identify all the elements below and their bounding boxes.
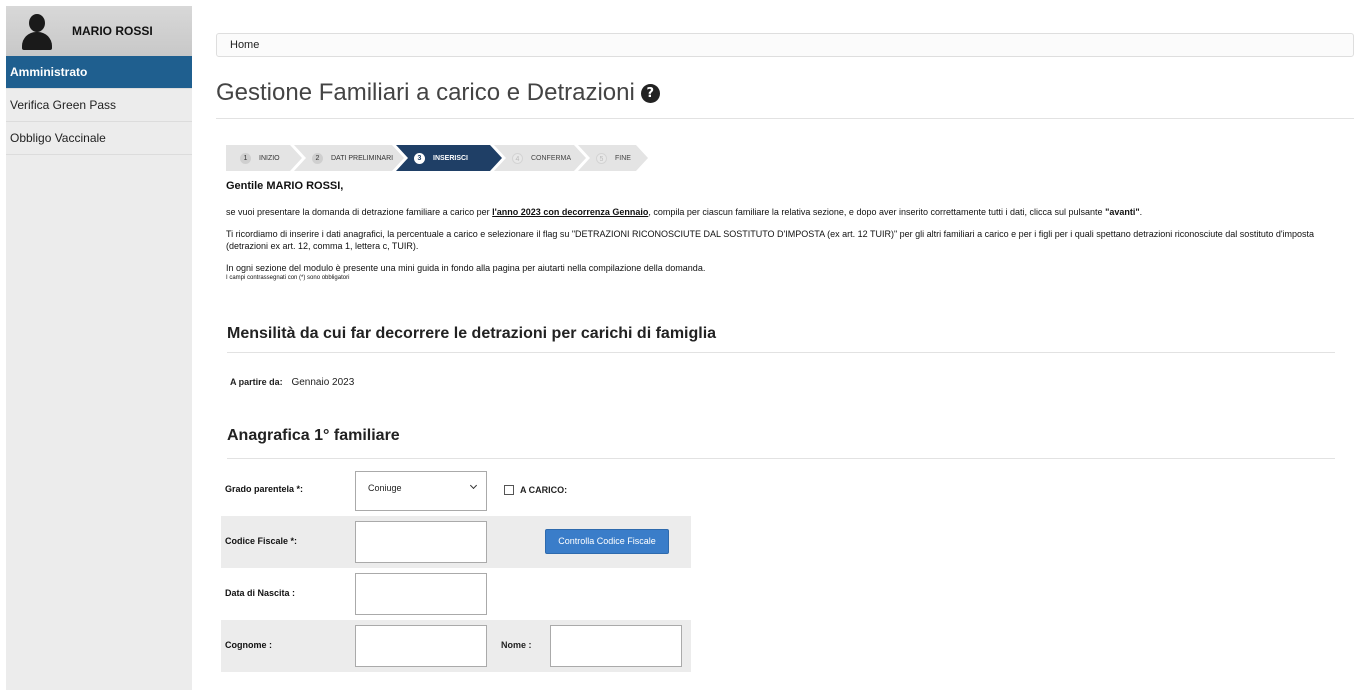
from-month-value: Gennaio 2023 [291, 377, 355, 388]
controlla-codice-fiscale-button[interactable]: Controlla Codice Fiscale [545, 529, 669, 554]
cognome-label: Cognome : [225, 640, 272, 650]
cognome-input[interactable] [355, 625, 487, 667]
intro-paragraph-1: se vuoi presentare la domanda di detrazi… [226, 206, 1356, 218]
grado-parentela-label: Grado parentela *: [225, 484, 304, 494]
wizard-steps: 1 INIZIO 2 DATI PRELIMINARI 3 INSERISCI … [226, 145, 640, 171]
avatar-body-shape [22, 32, 52, 50]
nome-label: Nome : [501, 640, 532, 650]
p1-a: se vuoi presentare la domanda di detrazi… [226, 207, 493, 217]
page-title: Gestione Familiari a carico e Detrazioni… [216, 79, 660, 107]
row-cognome-nome: Cognome : Nome : [221, 620, 691, 672]
section-month-title: Mensilità da cui far decorrere le detraz… [227, 325, 717, 342]
step-inizio: 1 INIZIO [226, 145, 302, 171]
greeting-name: MARIO ROSSI, [266, 180, 344, 192]
step-label: INIZIO [259, 154, 280, 162]
help-icon[interactable]: ? [640, 83, 660, 103]
row-codice-fiscale: Codice Fiscale *: Controlla Codice Fisca… [221, 516, 691, 568]
a-carico-checkbox[interactable] [504, 485, 514, 495]
step-number: 1 [240, 153, 251, 164]
codice-fiscale-label: Codice Fiscale *: [225, 536, 298, 546]
p1-avanti: "avanti" [1105, 207, 1140, 217]
grado-parentela-value: Coniuge [368, 483, 402, 493]
p1-e: . [1139, 207, 1143, 217]
sidebar-item-obbligo-vaccinale[interactable]: Obbligo Vaccinale [6, 122, 192, 155]
chevron-down-icon [469, 481, 478, 490]
avatar-head-shape [29, 14, 45, 32]
nome-input[interactable] [550, 625, 682, 667]
p1-c: , compila per ciascun familiare la relat… [648, 207, 1106, 217]
grado-parentela-select[interactable]: Coniuge [355, 471, 487, 511]
page-title-text: Gestione Familiari a carico e Detrazioni [216, 79, 635, 106]
step-label: INSERISCI [433, 154, 469, 162]
sidebar: MARIO ROSSI Amministrato Verifica Green … [6, 6, 192, 690]
avatar [20, 12, 54, 50]
a-carico-checkbox-wrap: A CARICO: [504, 485, 567, 495]
breadcrumb: Home [216, 33, 1354, 57]
step-fine: 5 FINE [578, 145, 648, 171]
greeting-prefix: Gentile [226, 180, 264, 192]
sidebar-item-amministrato[interactable]: Amministrato [6, 56, 192, 89]
from-month-row: A partire da: Gennaio 2023 [230, 377, 354, 388]
section-month-divider [227, 352, 1335, 353]
intro-text: Gentile MARIO ROSSI, se vuoi presentare … [226, 180, 1356, 282]
step-number: 5 [596, 153, 607, 164]
step-conferma: 4 CONFERMA [494, 145, 586, 171]
greeting: Gentile MARIO ROSSI, [226, 180, 1356, 192]
section-family-divider [227, 458, 1335, 459]
section-family-title: Anagrafica 1° familiare [227, 427, 400, 444]
step-number: 2 [312, 153, 323, 164]
a-carico-label: A CARICO: [520, 485, 568, 495]
step-inserisci: 3 INSERISCI [396, 145, 502, 171]
step-label: DATI PRELIMINARI [331, 154, 394, 162]
intro-paragraph-3: In ogni sezione del modulo è presente un… [226, 263, 706, 273]
user-box: MARIO ROSSI [6, 6, 192, 56]
breadcrumb-home-link[interactable]: Home [230, 39, 259, 51]
user-name: MARIO ROSSI [72, 24, 153, 38]
row-grado-parentela: Grado parentela *: Coniuge A CARICO: [221, 464, 691, 516]
step-label: CONFERMA [531, 154, 572, 162]
data-nascita-input[interactable] [355, 573, 487, 615]
step-number: 4 [512, 153, 523, 164]
row-data-nascita: Data di Nascita : [221, 568, 691, 620]
app-root: MARIO ROSSI Amministrato Verifica Green … [0, 0, 1356, 690]
step-label: FINE [615, 154, 631, 162]
codice-fiscale-input[interactable] [355, 521, 487, 563]
title-divider [216, 118, 1354, 119]
step-dati-preliminari: 2 DATI PRELIMINARI [294, 145, 404, 171]
p1-year: l'anno 2023 con decorrenza Gennaio [492, 207, 649, 217]
sidebar-item-verifica-green-pass[interactable]: Verifica Green Pass [6, 89, 192, 122]
from-month-label: A partire da: [230, 377, 283, 387]
intro-paragraph-2: Ti ricordiamo di inserire i dati anagraf… [226, 229, 1315, 251]
data-nascita-label: Data di Nascita : [225, 588, 296, 598]
step-number: 3 [414, 153, 425, 164]
required-fields-note: I campi contrassegnati con (*) sono obbl… [226, 275, 350, 281]
